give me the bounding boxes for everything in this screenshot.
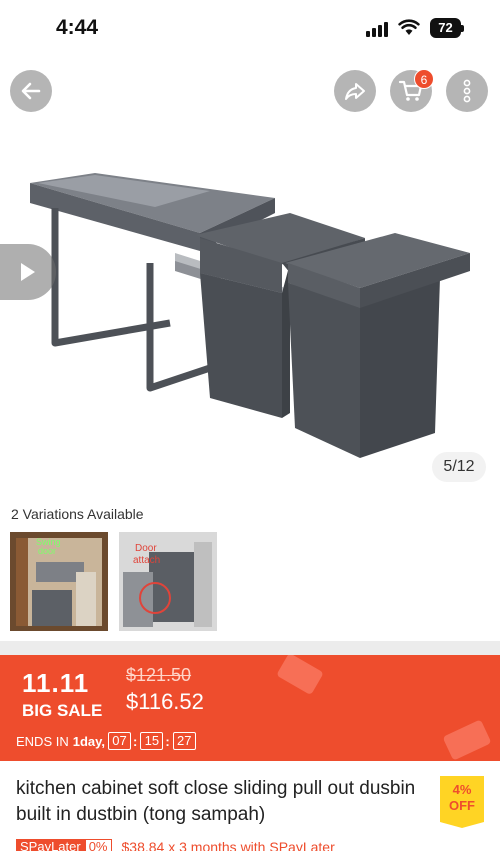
variation-thumb-swing-door[interactable]: Swing door — [10, 532, 108, 631]
original-price: $121.50 — [126, 665, 192, 685]
variations-title: 2 Variations Available — [11, 506, 144, 522]
spaylater-label: SPayLater — [16, 839, 85, 851]
share-button[interactable] — [334, 70, 376, 112]
timer-hours: 07 — [108, 732, 132, 750]
status-time: 4:44 — [56, 16, 99, 39]
product-image — [30, 173, 470, 458]
more-options-button[interactable] — [446, 70, 488, 112]
thumb-label-line2: attach — [133, 555, 161, 566]
spaylater-rate: 0% — [84, 839, 112, 851]
image-counter: 5/12 — [432, 452, 486, 482]
status-bar: 4:44 72 — [0, 0, 500, 58]
back-button[interactable] — [10, 70, 52, 112]
back-arrow-icon — [21, 82, 41, 100]
ends-in-days: 1day, — [72, 733, 106, 749]
signal-icon — [366, 21, 392, 37]
sale-price: $116.52 — [126, 689, 204, 714]
discount-label: OFF — [449, 798, 475, 813]
thumb-label-line2: door — [38, 546, 57, 556]
flash-sale-banner[interactable]: 11.11 BIG SALE $121.50 $116.52 ENDS IN 1… — [0, 655, 500, 761]
ends-in-label: ENDS IN — [16, 733, 69, 749]
section-divider — [0, 641, 500, 655]
play-video-button[interactable] — [0, 244, 56, 300]
discount-percent: 4% — [452, 782, 472, 797]
variation-thumb-door-attach[interactable]: Door attach — [119, 532, 217, 631]
wifi-icon — [398, 19, 420, 35]
thumb-label-line1: Door — [135, 543, 157, 554]
share-icon — [345, 83, 365, 100]
sale-logo-numbers: 11.11 — [22, 668, 90, 698]
discount-badge: 4% OFF — [440, 776, 484, 828]
product-title: kitchen cabinet soft close sliding pull … — [16, 778, 416, 825]
timer-seconds: 27 — [172, 732, 196, 750]
timer-minutes: 15 — [140, 732, 164, 750]
product-gallery[interactable]: 6 5/12 — [0, 58, 500, 498]
battery-icon: 72 — [430, 18, 464, 38]
sale-logo: 11.11 BIG SALE — [22, 669, 102, 721]
sale-logo-text: BIG SALE — [22, 701, 103, 720]
spaylater-installment: $38.84 x 3 months with SPayLater — [121, 839, 335, 851]
variation-image — [119, 532, 217, 631]
cart-count-badge: 6 — [414, 69, 434, 89]
more-icon — [463, 79, 471, 103]
battery-level: 72 — [430, 18, 461, 38]
play-icon — [21, 263, 35, 281]
spaylater-row[interactable]: SPayLater 0% $38.84 x 3 months with SPay… — [16, 838, 335, 851]
sale-countdown: ENDS IN 1day, 07 : 15 : 27 — [16, 731, 196, 751]
